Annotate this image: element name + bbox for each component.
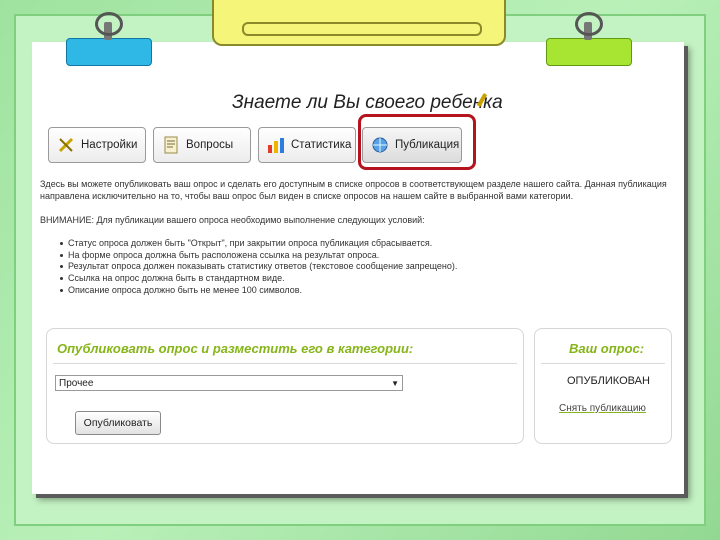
publication-highlight — [358, 114, 476, 170]
blue-clip-icon — [66, 38, 152, 66]
tab-statistics[interactable]: Статистика — [258, 127, 356, 163]
tab-questions-label: Вопросы — [186, 139, 234, 151]
intro-text: Здесь вы можете опубликовать ваш опрос и… — [40, 178, 680, 202]
page-title: Знаете ли Вы своего ребенка — [232, 92, 503, 113]
tab-slot — [242, 22, 482, 36]
list-item: Результат опроса должен показывать стати… — [60, 261, 457, 273]
chevron-down-icon: ▼ — [391, 379, 399, 388]
list-item: На форме опроса должна быть расположена … — [60, 250, 457, 262]
warning-text: ВНИМАНИЕ: Для публикации вашего опроса н… — [40, 215, 425, 225]
clip-ring-icon — [575, 12, 603, 36]
publish-button[interactable]: Опубликовать — [75, 411, 161, 435]
list-item: Статус опроса должен быть "Открыт", при … — [60, 238, 457, 250]
intro-line: Здесь вы можете опубликовать ваш опрос и… — [40, 179, 667, 189]
document-icon — [162, 135, 180, 155]
tab-questions[interactable]: Вопросы — [153, 127, 251, 163]
list-item: Ссылка на опрос должна быть в стандартно… — [60, 273, 457, 285]
divider — [541, 363, 665, 364]
your-poll-panel: Ваш опрос: ОПУБЛИКОВАН Снять публикацию — [534, 328, 672, 444]
yellow-tab-decoration — [212, 0, 506, 46]
clip-ring-icon — [95, 12, 123, 36]
publish-panel-heading: Опубликовать опрос и разместить его в ка… — [57, 341, 414, 356]
rules-list: Статус опроса должен быть "Открыт", при … — [60, 238, 457, 297]
green-clip-icon — [546, 38, 632, 66]
intro-line: направлена исключительно на то, чтобы ва… — [40, 191, 574, 201]
category-select-value: Прочее — [59, 378, 94, 389]
tab-settings-label: Настройки — [81, 139, 138, 151]
category-select[interactable]: Прочее ▼ — [55, 375, 403, 391]
tools-icon — [57, 135, 75, 155]
divider — [53, 363, 517, 364]
your-poll-heading: Ваш опрос: — [569, 341, 645, 356]
tab-statistics-label: Статистика — [291, 139, 352, 151]
unpublish-link[interactable]: Снять публикацию — [559, 403, 646, 414]
tab-settings[interactable]: Настройки — [48, 127, 146, 163]
list-item: Описание опроса должно быть не менее 100… — [60, 285, 457, 297]
publish-panel: Опубликовать опрос и разместить его в ка… — [46, 328, 524, 444]
chart-icon — [267, 135, 285, 155]
poll-status: ОПУБЛИКОВАН — [567, 375, 650, 387]
